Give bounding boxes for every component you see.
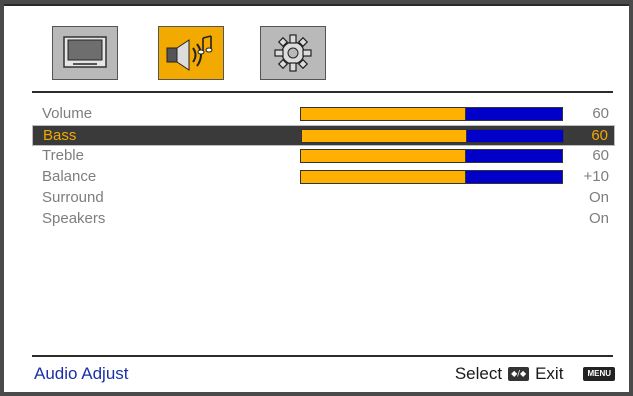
menu-item-value: 60	[592, 105, 609, 122]
menu-item-value: 60	[592, 147, 609, 164]
tab-audio[interactable]	[158, 26, 224, 80]
menu-item-label: Volume	[42, 105, 93, 122]
gear-icon	[274, 34, 312, 72]
menu-item-volume[interactable]: Volume 60	[32, 104, 615, 125]
level-fill	[301, 150, 467, 162]
arrow-keys-icon: ◆/◆	[508, 367, 530, 381]
level-fill	[301, 108, 467, 120]
menu-item-label: Balance	[42, 168, 97, 185]
header-divider	[32, 91, 613, 93]
tv-icon	[63, 36, 107, 68]
menu-item-speakers[interactable]: Speakers On	[32, 209, 615, 230]
menu-title: Audio Adjust	[34, 364, 129, 383]
menu-item-treble[interactable]: Treble 60	[32, 146, 615, 167]
level-fill	[302, 130, 468, 142]
menu-item-value: +10	[583, 168, 609, 185]
menu-item-value: On	[588, 189, 609, 206]
tab-picture[interactable]	[52, 26, 118, 80]
exit-hint-label: Exit	[535, 364, 564, 383]
level-slider[interactable]	[300, 149, 563, 163]
menu-key-icon: MENU	[583, 367, 615, 381]
level-fill	[301, 171, 467, 183]
menu-item-label: Surround	[42, 189, 104, 206]
menu-item-label: Bass	[43, 127, 77, 144]
footer-hints: Select ◆/◆ Exit MENU	[455, 364, 615, 384]
menu-item-value: 60	[591, 127, 608, 144]
menu-item-bass[interactable]: Bass 60	[32, 125, 615, 146]
level-slider[interactable]	[300, 170, 563, 184]
menu-item-label: Speakers	[42, 210, 106, 227]
speaker-music-icon	[166, 35, 213, 71]
footer-divider	[32, 355, 613, 357]
menu-item-balance[interactable]: Balance +10	[32, 167, 615, 188]
tab-setup[interactable]	[260, 26, 326, 80]
menu-item-value: On	[588, 210, 609, 227]
menu-item-surround[interactable]: Surround On	[32, 188, 615, 209]
osd-panel: Volume 60 Bass 60 Treble 60 Balance +10 Surround…	[4, 4, 629, 392]
level-slider[interactable]	[301, 129, 564, 143]
menu-item-label: Treble	[42, 147, 84, 164]
level-slider[interactable]	[300, 107, 563, 121]
select-hint-label: Select	[454, 364, 503, 383]
